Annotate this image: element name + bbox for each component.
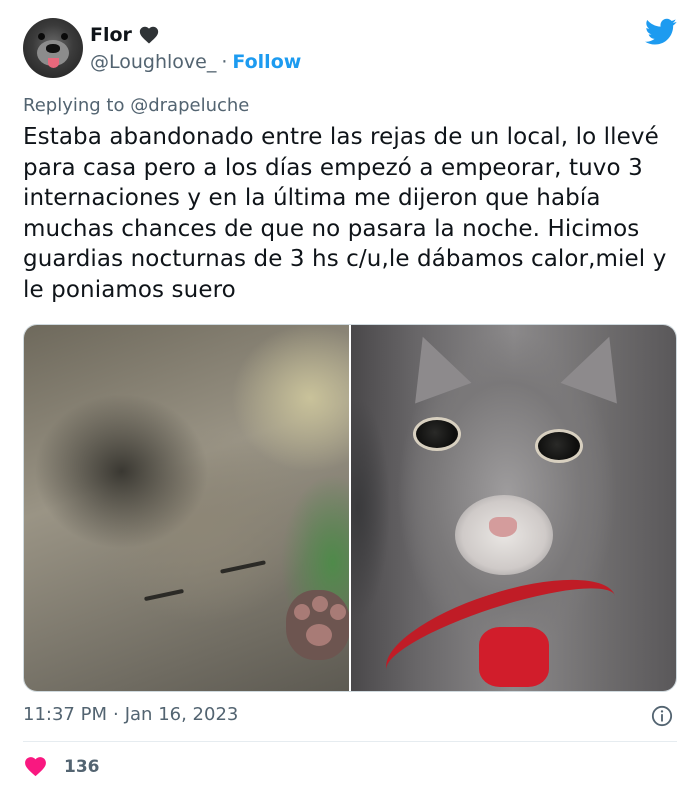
photo-grown-cat[interactable] [351,325,676,691]
tweet-time: 11:37 PM [23,704,107,725]
divider [23,741,677,742]
author-name-row: Flor [90,21,160,49]
author-handle-row: @Loughlove_ · Follow [90,48,301,76]
twitter-bird-icon[interactable] [645,18,677,46]
follow-button[interactable]: Follow [232,51,301,73]
tweet-date: Jan 16, 2023 [124,704,239,725]
timestamp-separator: · [112,704,119,725]
tweet-card: Flor @Loughlove_ · Follow Replying to @d… [0,0,700,795]
like-action[interactable]: 136 [23,754,100,779]
black-heart-icon [139,26,159,44]
author-avatar[interactable] [23,18,83,78]
info-icon[interactable] [651,705,673,727]
handle-separator: · [221,51,228,73]
tweet-timestamp[interactable]: 11:37 PM · Jan 16, 2023 [23,704,238,725]
reply-to-handle[interactable]: @drapeluche [130,95,249,116]
like-count: 136 [64,756,100,777]
heart-icon[interactable] [23,754,48,779]
tweet-text: Estaba abandonado entre las rejas de un … [23,124,667,303]
author-handle[interactable]: @Loughlove_ [90,51,216,73]
tweet-media [23,324,677,692]
author-name[interactable]: Flor [90,24,132,46]
photo-kitten-sleeping[interactable] [24,325,349,691]
reply-context: Replying to @drapeluche [23,95,249,116]
reply-prefix: Replying to [23,95,125,116]
